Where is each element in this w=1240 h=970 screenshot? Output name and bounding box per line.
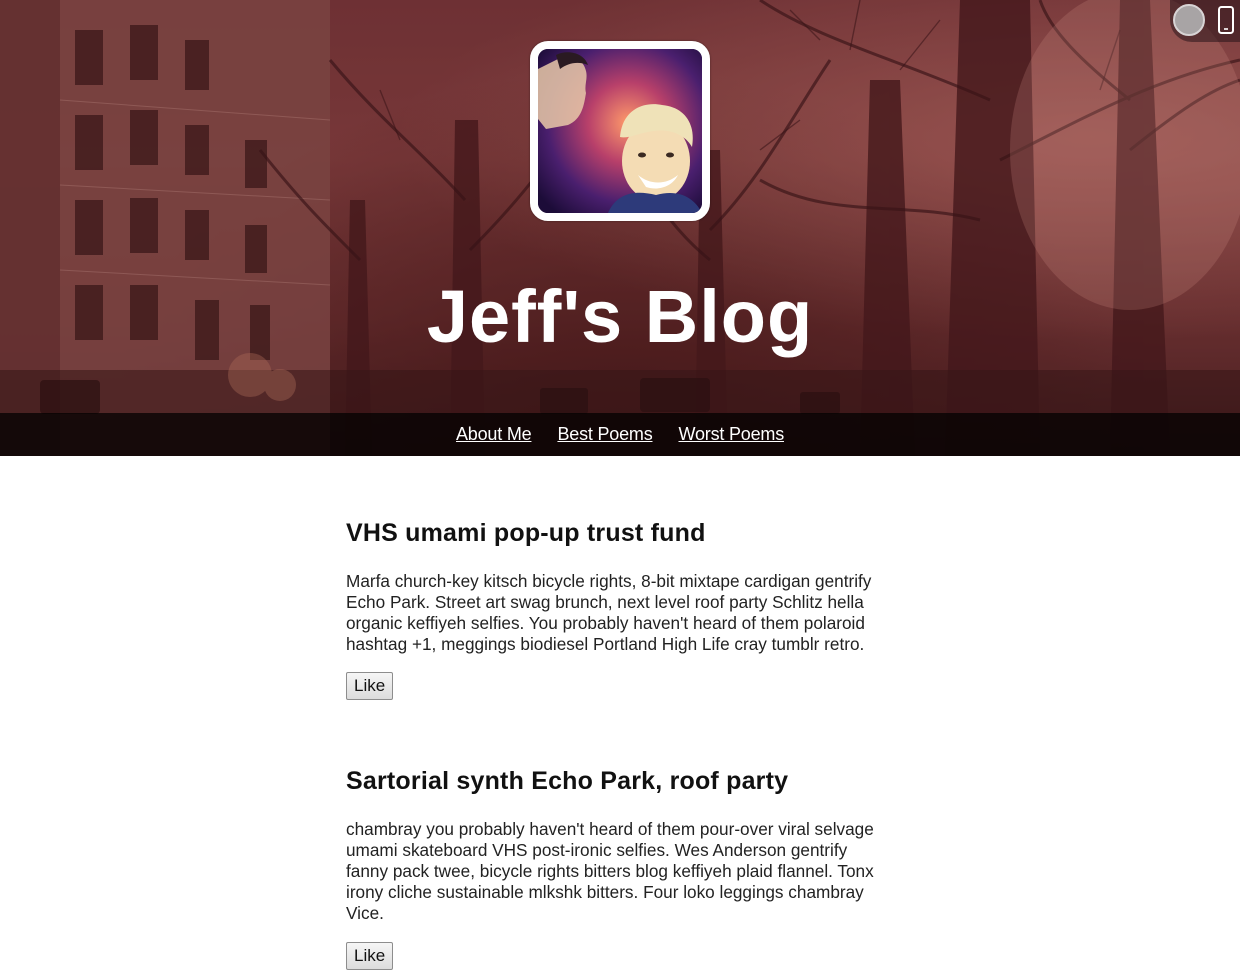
top-right-toolbar <box>1170 0 1240 42</box>
post-title: VHS umami pop-up trust fund <box>346 519 706 547</box>
nav-link-worst-poems[interactable]: Worst Poems <box>679 424 785 445</box>
avatar-photo <box>538 49 702 213</box>
nav-link-about-me[interactable]: About Me <box>456 424 532 445</box>
mobile-phone-icon[interactable] <box>1218 6 1234 34</box>
main-navigation: About Me Best Poems Worst Poems <box>0 413 1240 456</box>
circle-toggle-icon[interactable] <box>1173 4 1205 36</box>
nav-link-best-poems[interactable]: Best Poems <box>557 424 652 445</box>
post-body: Marfa church-key kitsch bicycle rights, … <box>346 571 872 654</box>
post-body: chambray you probably haven't heard of t… <box>346 819 874 923</box>
like-button[interactable]: Like <box>346 672 394 700</box>
avatar <box>530 41 710 221</box>
like-button[interactable]: Like <box>346 942 394 970</box>
hero-header: Jeff's Blog About Me Best Poems Worst Po… <box>0 0 1240 456</box>
post-title: Sartorial synth Echo Park, roof party <box>346 767 789 795</box>
site-title: Jeff's Blog <box>426 275 814 358</box>
